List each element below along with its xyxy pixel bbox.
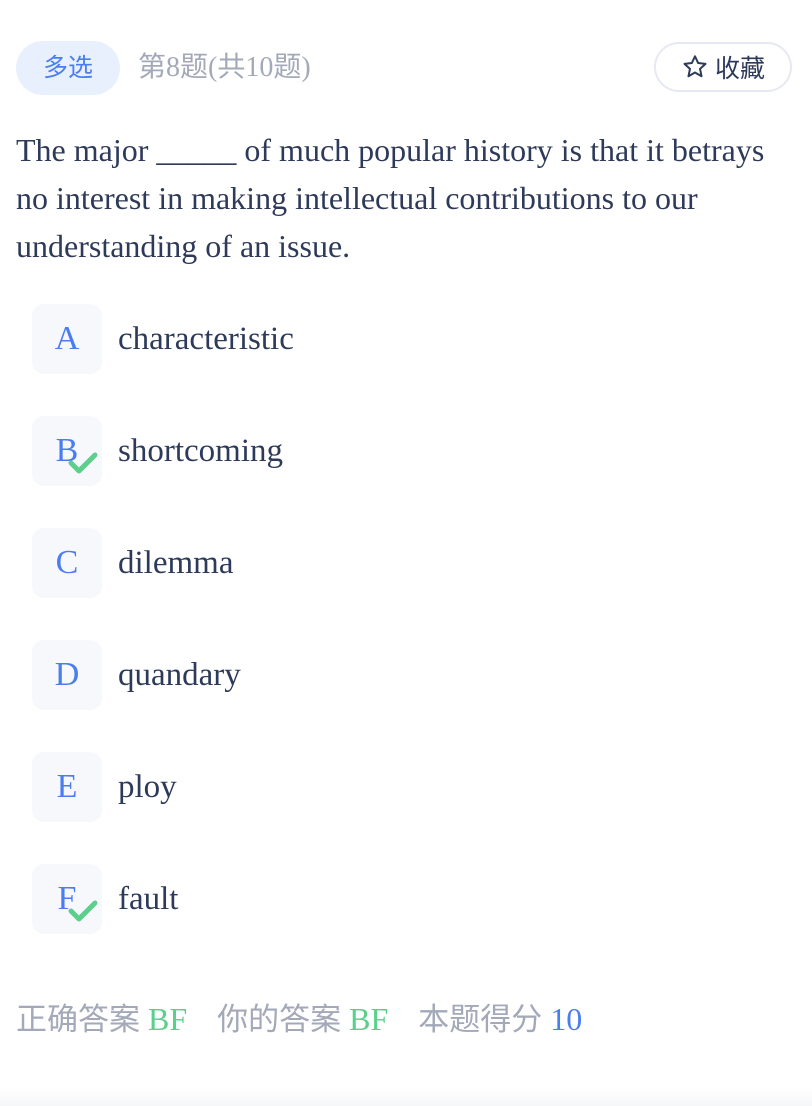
option-e[interactable]: E ploy xyxy=(32,752,772,822)
option-text: quandary xyxy=(118,656,241,693)
options-list: A characteristic B shortcoming C dilemma… xyxy=(32,304,772,976)
option-letter: A xyxy=(54,320,80,357)
option-text: characteristic xyxy=(118,320,294,357)
correct-answer-value: BF xyxy=(148,1001,188,1037)
question-page: 多选 第8题(共10题) 收藏 The major _____ of much … xyxy=(0,0,812,1106)
score-value: 10 xyxy=(550,1001,583,1037)
your-answer-label: 你的答案 xyxy=(217,1002,342,1038)
favorite-button[interactable]: 收藏 xyxy=(654,42,792,92)
option-c[interactable]: C dilemma xyxy=(32,528,772,598)
option-letter-box: E xyxy=(32,752,102,822)
score-label: 本题得分 xyxy=(418,1002,543,1038)
option-text: shortcoming xyxy=(118,432,283,469)
result-summary: 正确答案 BF 你的答案 BF 本题得分 10 xyxy=(16,994,582,1044)
option-text: ploy xyxy=(118,768,177,805)
option-letter-box: C xyxy=(32,528,102,598)
option-letter: D xyxy=(54,656,80,693)
option-letter: E xyxy=(56,768,78,805)
option-a[interactable]: A characteristic xyxy=(32,304,772,374)
option-text: fault xyxy=(118,880,179,917)
option-text: dilemma xyxy=(118,544,234,581)
option-f[interactable]: F fault xyxy=(32,864,772,934)
correct-answer-label: 正确答案 xyxy=(16,1002,140,1038)
check-icon xyxy=(68,900,98,922)
star-icon xyxy=(681,53,709,81)
option-letter-box: A xyxy=(32,304,102,374)
option-b[interactable]: B shortcoming xyxy=(32,416,772,486)
question-header: 多选 第8题(共10题) 收藏 xyxy=(16,41,792,95)
favorite-label: 收藏 xyxy=(714,54,765,83)
bottom-divider xyxy=(0,1088,812,1106)
question-stem: The major _____ of much popular history … xyxy=(16,132,765,264)
option-d[interactable]: D quandary xyxy=(32,640,772,710)
question-index: 第8题(共10题) xyxy=(138,52,311,83)
option-letter-box: D xyxy=(32,640,102,710)
check-icon xyxy=(68,452,98,474)
option-letter-box: F xyxy=(32,864,102,934)
question-type-badge: 多选 xyxy=(16,41,120,95)
your-answer-value: BF xyxy=(349,1001,389,1037)
option-letter-box: B xyxy=(32,416,102,486)
option-letter: C xyxy=(55,544,79,581)
